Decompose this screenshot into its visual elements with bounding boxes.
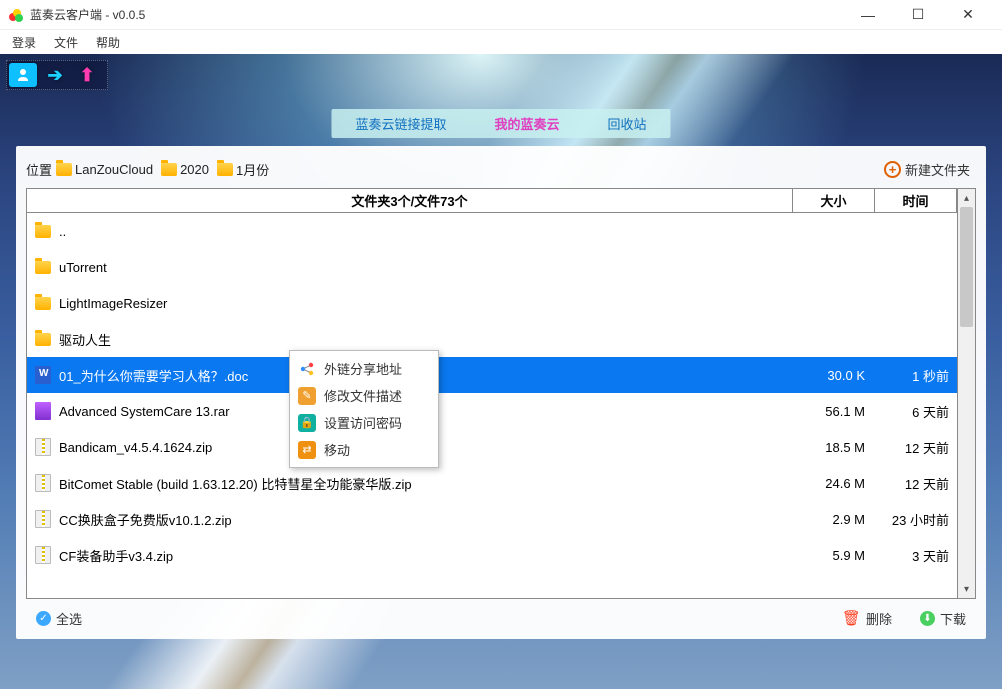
file-name: 驱动人生 <box>59 330 793 349</box>
select-all-button[interactable]: ✓ 全选 <box>26 607 92 630</box>
check-circle-icon: ✓ <box>36 611 51 626</box>
table-row[interactable]: 01_为什么你需要学习人格？.doc30.0 K1 秒前 <box>27 357 957 393</box>
zip-icon <box>35 546 51 564</box>
close-button[interactable]: ✕ <box>954 6 982 23</box>
table-row[interactable]: uTorrent <box>27 249 957 285</box>
file-table: 文件夹3个/文件73个 大小 时间 .. uTorrent LightImageRe… <box>26 188 976 599</box>
zip-icon <box>35 474 51 492</box>
main-panel: 位置 LanZouCloud 2020 1月份 + 新建文件夹 文件夹3个/文件… <box>16 146 986 639</box>
context-menu: 外链分享地址 ✎ 修改文件描述 🔒 设置访问密码 ⇄ 移动 <box>289 350 439 468</box>
folder-icon <box>35 261 51 274</box>
rar-icon <box>35 402 51 420</box>
ctx-share[interactable]: 外链分享地址 <box>290 355 438 382</box>
menu-file[interactable]: 文件 <box>46 32 86 53</box>
table-row[interactable]: BitComet Stable (build 1.63.12.20) 比特彗星全… <box>27 465 957 501</box>
folder-icon <box>56 163 72 176</box>
file-name: LightImageResizer <box>59 296 793 311</box>
edit-icon: ✎ <box>298 387 316 405</box>
menu-help[interactable]: 帮助 <box>88 32 128 53</box>
breadcrumb-item[interactable]: LanZouCloud <box>56 162 153 177</box>
toolbar: ➔ ⬆ <box>6 60 108 90</box>
ctx-set-password[interactable]: 🔒 设置访问密码 <box>290 409 438 436</box>
new-folder-button[interactable]: + 新建文件夹 <box>878 158 976 181</box>
table-row[interactable]: Advanced SystemCare 13.rar56.1 M6 天前 <box>27 393 957 429</box>
folder-icon <box>35 297 51 310</box>
file-time: 3 天前 <box>875 546 957 565</box>
table-header: 文件夹3个/文件73个 大小 时间 <box>27 189 957 213</box>
folder-icon <box>35 333 51 346</box>
content-area: ➔ ⬆ 蓝奏云链接提取 我的蓝奏云 回收站 位置 LanZouCloud 202… <box>0 54 1002 689</box>
share-icon <box>298 360 316 378</box>
file-name: .. <box>59 224 793 239</box>
file-name: uTorrent <box>59 260 793 275</box>
table-row[interactable]: LightImageResizer <box>27 285 957 321</box>
ctx-edit-desc[interactable]: ✎ 修改文件描述 <box>290 382 438 409</box>
download-icon: ⬇ <box>920 611 935 626</box>
th-time[interactable]: 时间 <box>875 189 957 212</box>
th-size[interactable]: 大小 <box>793 189 875 212</box>
scroll-down-icon[interactable]: ▾ <box>958 580 975 598</box>
zip-icon <box>35 438 51 456</box>
window-title: 蓝奏云客户端 - v0.0.5 <box>30 6 854 23</box>
scrollbar[interactable]: ▴ ▾ <box>957 189 975 598</box>
minimize-button[interactable]: — <box>854 6 882 23</box>
folder-icon <box>35 225 51 238</box>
trash-icon: 🗑 <box>842 609 861 627</box>
file-time: 12 天前 <box>875 474 957 493</box>
breadcrumb-item[interactable]: 1月份 <box>217 160 269 179</box>
plus-circle-icon: + <box>884 161 901 178</box>
scroll-track[interactable] <box>958 207 975 580</box>
lock-icon: 🔒 <box>298 414 316 432</box>
file-name: CF装备助手v3.4.zip <box>59 546 793 565</box>
app-logo-icon <box>8 7 24 23</box>
ctx-move[interactable]: ⇄ 移动 <box>290 436 438 463</box>
action-row: ✓ 全选 🗑 删除 ⬇ 下载 <box>26 605 976 631</box>
file-size: 56.1 M <box>793 404 875 419</box>
move-icon: ⇄ <box>298 441 316 459</box>
menu-login[interactable]: 登录 <box>4 32 44 53</box>
upload-icon-button[interactable]: ⬆ <box>73 63 101 87</box>
file-name: BitComet Stable (build 1.63.12.20) 比特彗星全… <box>59 474 793 493</box>
delete-button[interactable]: 🗑 删除 <box>832 607 902 630</box>
zip-icon <box>35 510 51 528</box>
table-row[interactable]: 驱动人生 <box>27 321 957 357</box>
user-icon-button[interactable] <box>9 63 37 87</box>
title-bar: 蓝奏云客户端 - v0.0.5 — ☐ ✕ <box>0 0 1002 30</box>
file-name: CC换肤盒子免费版v10.1.2.zip <box>59 510 793 529</box>
tab-extract[interactable]: 蓝奏云链接提取 <box>331 109 470 138</box>
file-time: 12 天前 <box>875 438 957 457</box>
table-row[interactable]: CF装备助手v3.4.zip5.9 M3 天前 <box>27 537 957 573</box>
tab-bar: 蓝奏云链接提取 我的蓝奏云 回收站 <box>331 109 670 138</box>
file-time: 6 天前 <box>875 402 957 421</box>
folder-icon <box>161 163 177 176</box>
folder-icon <box>217 163 233 176</box>
download-button[interactable]: ⬇ 下载 <box>910 607 976 630</box>
table-row[interactable]: CC换肤盒子免费版v10.1.2.zip2.9 M23 小时前 <box>27 501 957 537</box>
file-size: 18.5 M <box>793 440 875 455</box>
table-row[interactable]: Bandicam_v4.5.4.1624.zip18.5 M12 天前 <box>27 429 957 465</box>
breadcrumb-item[interactable]: 2020 <box>161 162 209 177</box>
file-size: 30.0 K <box>793 368 875 383</box>
table-body: .. uTorrent LightImageResizer 驱动人生 01_为什么你需要… <box>27 213 957 598</box>
file-size: 2.9 M <box>793 512 875 527</box>
table-row[interactable]: .. <box>27 213 957 249</box>
scroll-up-icon[interactable]: ▴ <box>958 189 975 207</box>
location-label: 位置 <box>26 160 52 179</box>
file-time: 23 小时前 <box>875 510 957 529</box>
file-size: 24.6 M <box>793 476 875 491</box>
tab-recycle[interactable]: 回收站 <box>584 109 671 138</box>
tab-mycloud[interactable]: 我的蓝奏云 <box>470 109 583 138</box>
breadcrumb-row: 位置 LanZouCloud 2020 1月份 + 新建文件夹 <box>26 156 976 182</box>
forward-icon-button[interactable]: ➔ <box>41 63 69 87</box>
menu-bar: 登录 文件 帮助 <box>0 30 1002 54</box>
file-time: 1 秒前 <box>875 366 957 385</box>
file-size: 5.9 M <box>793 548 875 563</box>
th-name[interactable]: 文件夹3个/文件73个 <box>27 189 793 212</box>
doc-icon <box>35 366 51 384</box>
scroll-thumb[interactable] <box>960 207 973 327</box>
maximize-button[interactable]: ☐ <box>904 6 932 23</box>
